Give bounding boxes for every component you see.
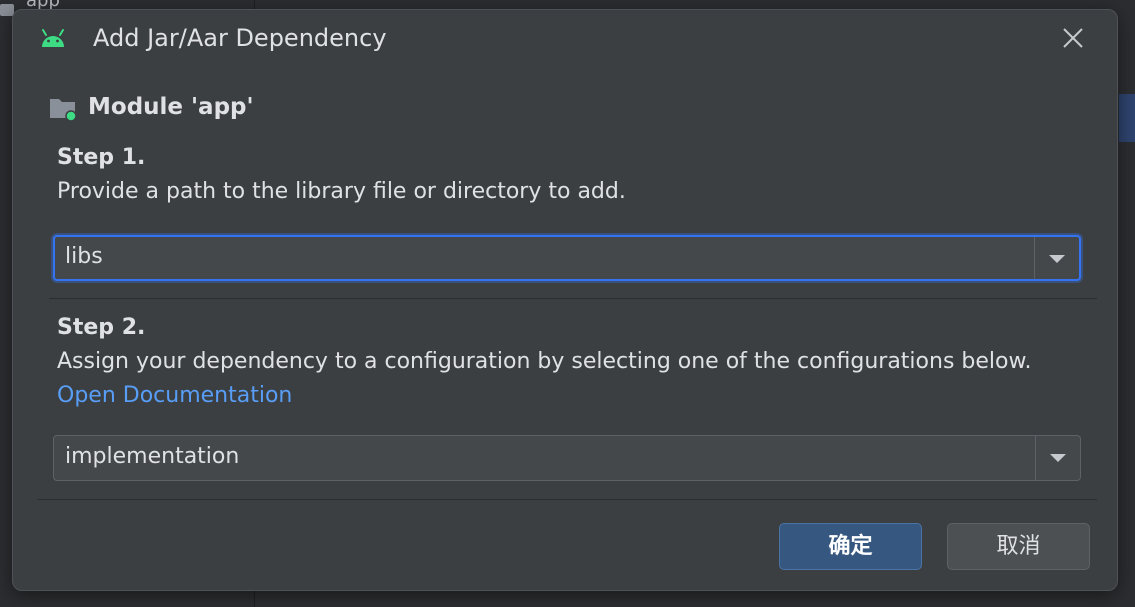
step2-description: Assign your dependency to a configuratio… — [57, 349, 1032, 374]
module-label: Module 'app' — [88, 94, 254, 120]
close-icon[interactable] — [1059, 24, 1087, 52]
android-icon — [42, 29, 64, 47]
ok-button[interactable]: 确定 — [779, 523, 922, 570]
module-folder-icon — [50, 99, 77, 122]
step1-title: Step 1. — [57, 145, 146, 170]
cancel-button[interactable]: 取消 — [947, 523, 1090, 570]
library-path-combobox[interactable]: libs — [53, 235, 1081, 281]
dialog-titlebar: Add Jar/Aar Dependency — [13, 10, 1117, 66]
combobox-divider — [1035, 436, 1036, 480]
chevron-down-icon[interactable] — [1050, 454, 1066, 462]
step2-title: Step 2. — [57, 315, 146, 340]
section-divider — [49, 298, 1097, 299]
selected-tab-indicator — [1119, 94, 1135, 142]
footer-divider — [37, 499, 1097, 500]
open-documentation-link[interactable]: Open Documentation — [57, 383, 292, 408]
configuration-value[interactable]: implementation — [65, 444, 239, 469]
step1-description: Provide a path to the library file or di… — [57, 179, 626, 204]
chevron-down-icon[interactable] — [1049, 255, 1065, 263]
dialog-title: Add Jar/Aar Dependency — [93, 24, 387, 52]
configuration-combobox[interactable]: implementation — [53, 435, 1081, 481]
library-path-value[interactable]: libs — [65, 244, 103, 269]
add-dependency-dialog: Add Jar/Aar Dependency Module 'app' Step… — [12, 9, 1118, 591]
combobox-divider — [1034, 237, 1035, 279]
